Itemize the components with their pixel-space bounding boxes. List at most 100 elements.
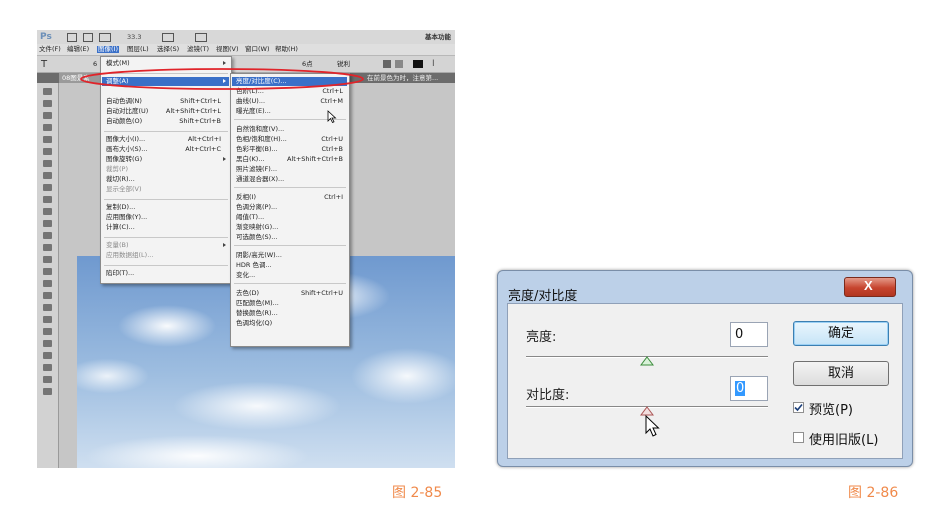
menu-item-label: 通道混合器(X)... (236, 175, 285, 183)
tool-icon[interactable] (43, 268, 52, 275)
adjust-menu-item[interactable]: 匹配颜色(M)... (232, 299, 347, 308)
adjust-menu-item[interactable]: 色彩平衡(B)... Ctrl+B (232, 145, 347, 154)
tool-icon[interactable] (43, 388, 52, 395)
image-menu-item[interactable]: 计算(C)... (102, 223, 229, 232)
tool-icon[interactable] (43, 100, 52, 107)
adjust-menu-item[interactable]: 渐变映射(G)... (232, 223, 347, 232)
image-menu-item[interactable]: 复制(D)... (102, 203, 229, 212)
adjust-menu-item[interactable]: HDR 色调... (232, 261, 347, 270)
tool-icon[interactable] (43, 304, 52, 311)
adjust-menu-item[interactable]: 替换颜色(R)... (232, 309, 347, 318)
info-text: 在前景色为时，注意第... (367, 74, 439, 82)
image-menu-item[interactable]: 画布大小(S)... Alt+Ctrl+C (102, 145, 229, 154)
tool-icon[interactable] (43, 220, 52, 227)
image-menu-item[interactable]: 自动颜色(O) Shift+Ctrl+B (102, 117, 229, 126)
tool-icon[interactable] (43, 88, 52, 95)
adjust-menu-item[interactable]: 黑白(K)... Alt+Shift+Ctrl+B (232, 155, 347, 164)
image-menu-item[interactable]: 裁切(R)... (102, 175, 229, 184)
photoshop-window: Ps 33.3 基本功能 文件(F) 编辑(E) 图像(I) 图层(L) 选择(S) 滤镜… (37, 30, 455, 468)
close-button[interactable]: X (844, 277, 896, 297)
align-center-icon[interactable] (395, 60, 403, 68)
menu-item-label: 反相(I) (236, 193, 256, 201)
tool-icon[interactable] (43, 136, 52, 143)
image-menu-item[interactable]: 裁剪(P) (102, 165, 229, 174)
minibridge-icon[interactable] (83, 33, 93, 42)
tool-icon[interactable] (43, 208, 52, 215)
adjust-menu-item[interactable]: 色调均化(Q) (232, 319, 347, 328)
tool-icon[interactable] (43, 160, 52, 167)
image-menu-item[interactable]: 显示全部(V) (102, 185, 229, 194)
adjust-menu-item[interactable]: 去色(D) Shift+Ctrl+U (232, 289, 347, 298)
tool-icon[interactable] (43, 244, 52, 251)
menu-8[interactable]: 帮助(H) (275, 46, 298, 53)
brightness-slider-thumb[interactable] (640, 356, 654, 366)
menu-item-shortcut: Alt+Ctrl+C (185, 145, 221, 153)
text-color-swatch[interactable] (413, 60, 423, 68)
menu-item-label: 曲线(U)... (236, 97, 266, 105)
zoom-level[interactable]: 33.3 (127, 34, 141, 41)
contrast-input[interactable]: 0 (730, 376, 768, 401)
screen-mode-icon[interactable] (195, 33, 207, 42)
adjust-menu-item[interactable]: 通道混合器(X)... (232, 175, 347, 184)
adjust-menu-item[interactable]: 曲线(U)... Ctrl+M (232, 97, 347, 106)
tool-icon[interactable] (43, 232, 52, 239)
view-extras-icon[interactable] (99, 33, 111, 42)
menu-3[interactable]: 图层(L) (127, 46, 149, 53)
image-menu-item[interactable]: 自动色调(N) Shift+Ctrl+L (102, 97, 229, 106)
tool-icon[interactable] (43, 256, 52, 263)
adjust-menu-item[interactable]: 照片滤镜(F)... (232, 165, 347, 174)
menu-item-shortcut: Ctrl+B (321, 145, 343, 153)
tool-icon[interactable] (43, 316, 52, 323)
tool-icon[interactable] (43, 172, 52, 179)
menu-item-label: 变量(B) (106, 241, 129, 249)
menu-6[interactable]: 视图(V) (216, 46, 239, 53)
image-menu-item[interactable]: 应用数据组(L)... (102, 251, 229, 260)
adjust-menu-item[interactable]: 阴影/高光(W)... (232, 251, 347, 260)
menu-0[interactable]: 文件(F) (39, 46, 61, 53)
image-menu-item[interactable]: 应用图像(Y)... (102, 213, 229, 222)
preview-checkbox[interactable] (793, 402, 804, 413)
warp-text-icon[interactable]: Ⅰ (432, 59, 435, 69)
bridge-icon[interactable] (67, 33, 77, 42)
tool-icon[interactable] (43, 376, 52, 383)
adjust-menu-item[interactable]: 自然饱和度(V)... (232, 125, 347, 134)
image-menu-item[interactable]: 自动对比度(U) Alt+Shift+Ctrl+L (102, 107, 229, 116)
tool-icon[interactable] (43, 148, 52, 155)
adjust-menu-item[interactable]: 变化... (232, 271, 347, 280)
menu-1[interactable]: 编辑(E) (67, 46, 89, 53)
tool-icon[interactable] (43, 292, 52, 299)
align-left-icon[interactable] (383, 60, 391, 68)
image-menu-item[interactable]: 陷印(T)... (102, 269, 229, 278)
ok-button[interactable]: 确定 (793, 321, 889, 346)
menu-item-label: 色彩平衡(B)... (236, 145, 278, 153)
menu-item-label: 照片滤镜(F)... (236, 165, 278, 173)
image-menu-item[interactable]: 图像大小(I)... Alt+Ctrl+I (102, 135, 229, 144)
adjust-menu-item[interactable]: 阈值(T)... (232, 213, 347, 222)
menu-2[interactable]: 图像(I) (97, 46, 119, 53)
adjust-menu-item[interactable]: 可选颜色(S)... (232, 233, 347, 242)
adjust-menu-item[interactable]: 色调分离(P)... (232, 203, 347, 212)
menu-7[interactable]: 窗口(W) (245, 46, 270, 53)
tool-icon[interactable] (43, 352, 52, 359)
tool-icon[interactable] (43, 124, 52, 131)
adjust-menu-item[interactable]: 反相(I) Ctrl+I (232, 193, 347, 202)
type-tool-icon[interactable]: T (41, 59, 47, 70)
tool-icon[interactable] (43, 364, 52, 371)
menu-item-shortcut: Shift+Ctrl+U (301, 289, 343, 297)
tool-icon[interactable] (43, 112, 52, 119)
menu-4[interactable]: 选择(S) (157, 46, 179, 53)
tool-icon[interactable] (43, 280, 52, 287)
tool-icon[interactable] (43, 196, 52, 203)
arrange-icon[interactable] (162, 33, 174, 42)
tool-icon[interactable] (43, 340, 52, 347)
workspace-switcher[interactable]: 基本功能 (425, 34, 451, 41)
tool-icon[interactable] (43, 328, 52, 335)
legacy-checkbox[interactable] (793, 432, 804, 443)
brightness-input[interactable]: 0 (730, 322, 768, 347)
image-menu-item[interactable]: 变量(B) (102, 241, 229, 250)
adjust-menu-item[interactable]: 色相/饱和度(H)... Ctrl+U (232, 135, 347, 144)
tool-icon[interactable] (43, 184, 52, 191)
menu-5[interactable]: 滤镜(T) (187, 46, 209, 53)
image-menu-item[interactable]: 图像旋转(G) (102, 155, 229, 164)
cancel-button[interactable]: 取消 (793, 361, 889, 386)
